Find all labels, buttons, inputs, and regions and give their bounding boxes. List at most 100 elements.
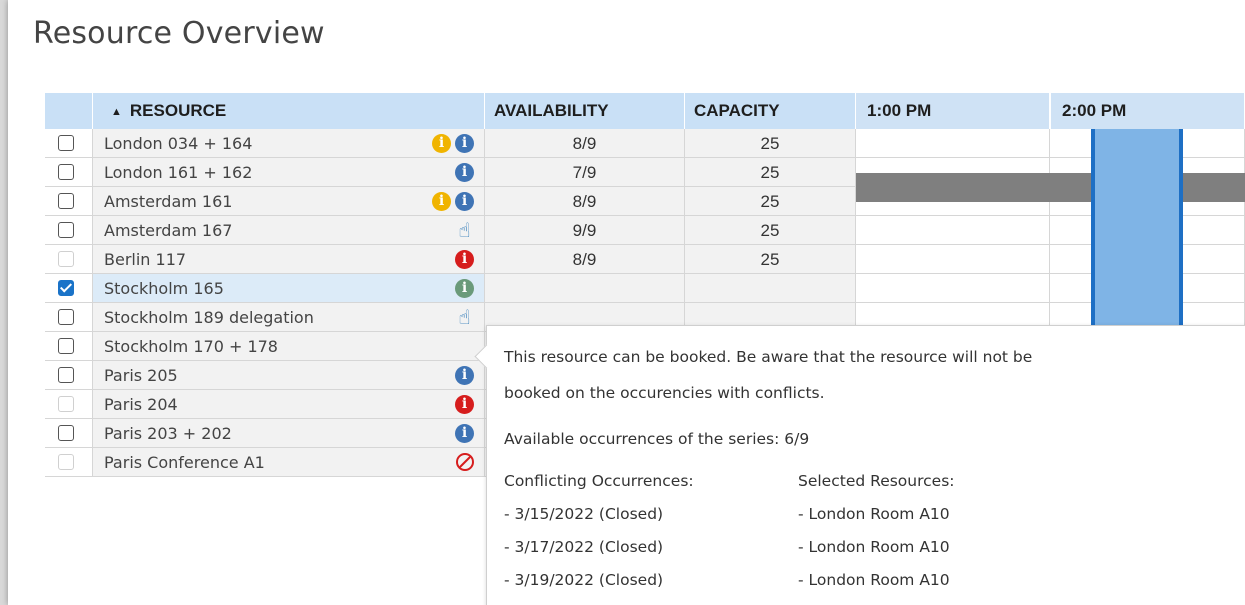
resource-name-cell[interactable]: Stockholm 170 + 178 bbox=[93, 332, 485, 361]
timeline-cell[interactable] bbox=[856, 129, 1050, 158]
resource-name-cell[interactable]: Paris 205 i bbox=[93, 361, 485, 390]
info-icon[interactable]: i bbox=[455, 192, 474, 211]
header-capacity[interactable]: CAPACITY bbox=[685, 93, 856, 129]
row-checkbox[interactable] bbox=[58, 193, 74, 209]
status-icons: i bbox=[455, 250, 474, 269]
row-checkbox[interactable] bbox=[58, 425, 74, 441]
tooltip-conflicting-header: Conflicting Occurrences: bbox=[504, 472, 694, 490]
row-select-cell bbox=[45, 332, 93, 361]
tooltip-selected-item: - London Room A10 bbox=[798, 571, 950, 589]
status-icons: ii bbox=[432, 192, 474, 211]
row-select-cell bbox=[45, 419, 93, 448]
table-row[interactable]: Amsterdam 167 ☝ 9/9 25 bbox=[45, 216, 1245, 245]
availability-cell bbox=[485, 274, 685, 303]
resource-name: London 161 + 162 bbox=[104, 163, 253, 182]
availability-cell: 9/9 bbox=[485, 216, 685, 245]
info-icon[interactable]: i bbox=[455, 134, 474, 153]
warning-info-icon[interactable]: i bbox=[432, 134, 451, 153]
row-checkbox[interactable] bbox=[58, 309, 74, 325]
capacity-cell: 25 bbox=[685, 158, 856, 187]
resource-name-cell[interactable]: Amsterdam 167 ☝ bbox=[93, 216, 485, 245]
availability-cell: 8/9 bbox=[485, 129, 685, 158]
error-info-icon[interactable]: i bbox=[455, 395, 474, 414]
resource-name: Paris Conference A1 bbox=[104, 453, 265, 472]
resource-name: Stockholm 189 delegation bbox=[104, 308, 314, 327]
resource-name-cell[interactable]: Paris 203 + 202 i bbox=[93, 419, 485, 448]
row-checkbox[interactable] bbox=[58, 164, 74, 180]
status-icons: i bbox=[455, 366, 474, 385]
header-resource[interactable]: ▲ RESOURCE bbox=[93, 93, 485, 129]
resource-tooltip: This resource can be booked. Be aware th… bbox=[474, 325, 1245, 605]
status-icons: i bbox=[455, 279, 474, 298]
tooltip-conflict-item: - 3/17/2022 (Closed) bbox=[504, 538, 664, 556]
availability-cell: 8/9 bbox=[485, 245, 685, 274]
table-row[interactable]: London 034 + 164 i i 8/9 25 bbox=[45, 129, 1245, 158]
row-select-cell bbox=[45, 245, 93, 274]
resource-overview-panel: Resource Overview ▲ RESOURCE AVAILABILITY… bbox=[8, 0, 1245, 605]
hand-icon[interactable]: ☝ bbox=[455, 307, 474, 327]
page-title: Resource Overview bbox=[33, 16, 325, 51]
capacity-cell: 25 bbox=[685, 187, 856, 216]
tooltip-selected-item: - London Room A10 bbox=[798, 505, 950, 523]
busy-block bbox=[856, 173, 1245, 202]
resource-name: London 034 + 164 bbox=[104, 134, 253, 153]
capacity-cell: 25 bbox=[685, 245, 856, 274]
tooltip-conflict-item: - 3/19/2022 (Closed) bbox=[504, 571, 664, 589]
row-checkbox[interactable] bbox=[58, 222, 74, 238]
row-checkbox[interactable] bbox=[58, 135, 74, 151]
status-icons: i bbox=[455, 163, 474, 182]
resource-name-cell[interactable]: Paris Conference A1 bbox=[93, 448, 485, 477]
header-time-2pm: 2:00 PM bbox=[1050, 93, 1245, 129]
timeline-cell[interactable] bbox=[856, 216, 1050, 245]
tooltip-message-line-1: This resource can be booked. Be aware th… bbox=[504, 348, 1033, 366]
info-icon[interactable]: i bbox=[455, 366, 474, 385]
available-info-icon[interactable]: i bbox=[455, 279, 474, 298]
capacity-cell: 25 bbox=[685, 129, 856, 158]
header-select-column bbox=[45, 93, 93, 129]
resource-name-cell[interactable]: Berlin 117 i bbox=[93, 245, 485, 274]
row-select-cell bbox=[45, 361, 93, 390]
tooltip-selected-header: Selected Resources: bbox=[798, 472, 955, 490]
tooltip-selected-item: - London Room A10 bbox=[798, 538, 950, 556]
resource-name: Paris 203 + 202 bbox=[104, 424, 232, 443]
resource-name-cell[interactable]: Stockholm 165 i bbox=[93, 274, 485, 303]
row-checkbox bbox=[58, 251, 74, 267]
row-select-cell bbox=[45, 448, 93, 477]
row-checkbox[interactable] bbox=[58, 367, 74, 383]
resource-name: Stockholm 165 bbox=[104, 279, 224, 298]
warning-info-icon[interactable]: i bbox=[432, 192, 451, 211]
error-info-icon[interactable]: i bbox=[455, 250, 474, 269]
status-icons: ii bbox=[432, 134, 474, 153]
selected-time-slot[interactable] bbox=[1091, 129, 1183, 349]
table-row[interactable]: Berlin 117 i 8/9 25 bbox=[45, 245, 1245, 274]
sort-ascending-icon: ▲ bbox=[111, 105, 122, 118]
tooltip-message-line-2: booked on the occurencies with conflicts… bbox=[504, 384, 825, 402]
resource-name: Paris 204 bbox=[104, 395, 178, 414]
blocked-icon[interactable] bbox=[456, 453, 474, 471]
row-checkbox[interactable] bbox=[58, 338, 74, 354]
availability-cell: 7/9 bbox=[485, 158, 685, 187]
tooltip-available-occurrences: Available occurrences of the series: 6/9 bbox=[504, 430, 810, 448]
resource-name: Berlin 117 bbox=[104, 250, 187, 269]
header-availability[interactable]: AVAILABILITY bbox=[485, 93, 685, 129]
resource-name-cell[interactable]: Paris 204 i bbox=[93, 390, 485, 419]
table-row[interactable]: Stockholm 165 i bbox=[45, 274, 1245, 303]
row-checkbox[interactable] bbox=[58, 280, 74, 296]
resource-name-cell[interactable]: Amsterdam 161 i i bbox=[93, 187, 485, 216]
row-select-cell bbox=[45, 158, 93, 187]
timeline-cell[interactable] bbox=[856, 274, 1050, 303]
timeline-cell[interactable] bbox=[856, 245, 1050, 274]
resource-name-cell[interactable]: London 161 + 162 i bbox=[93, 158, 485, 187]
resource-name: Amsterdam 161 bbox=[104, 192, 233, 211]
info-icon[interactable]: i bbox=[455, 163, 474, 182]
resource-name: Stockholm 170 + 178 bbox=[104, 337, 278, 356]
info-icon[interactable]: i bbox=[455, 424, 474, 443]
resource-name: Paris 205 bbox=[104, 366, 178, 385]
resource-name-cell[interactable]: London 034 + 164 i i bbox=[93, 129, 485, 158]
capacity-cell: 25 bbox=[685, 216, 856, 245]
resource-name-cell[interactable]: Stockholm 189 delegation ☝ bbox=[93, 303, 485, 332]
hand-icon[interactable]: ☝ bbox=[455, 220, 474, 240]
availability-cell: 8/9 bbox=[485, 187, 685, 216]
row-select-cell bbox=[45, 187, 93, 216]
row-select-cell bbox=[45, 274, 93, 303]
